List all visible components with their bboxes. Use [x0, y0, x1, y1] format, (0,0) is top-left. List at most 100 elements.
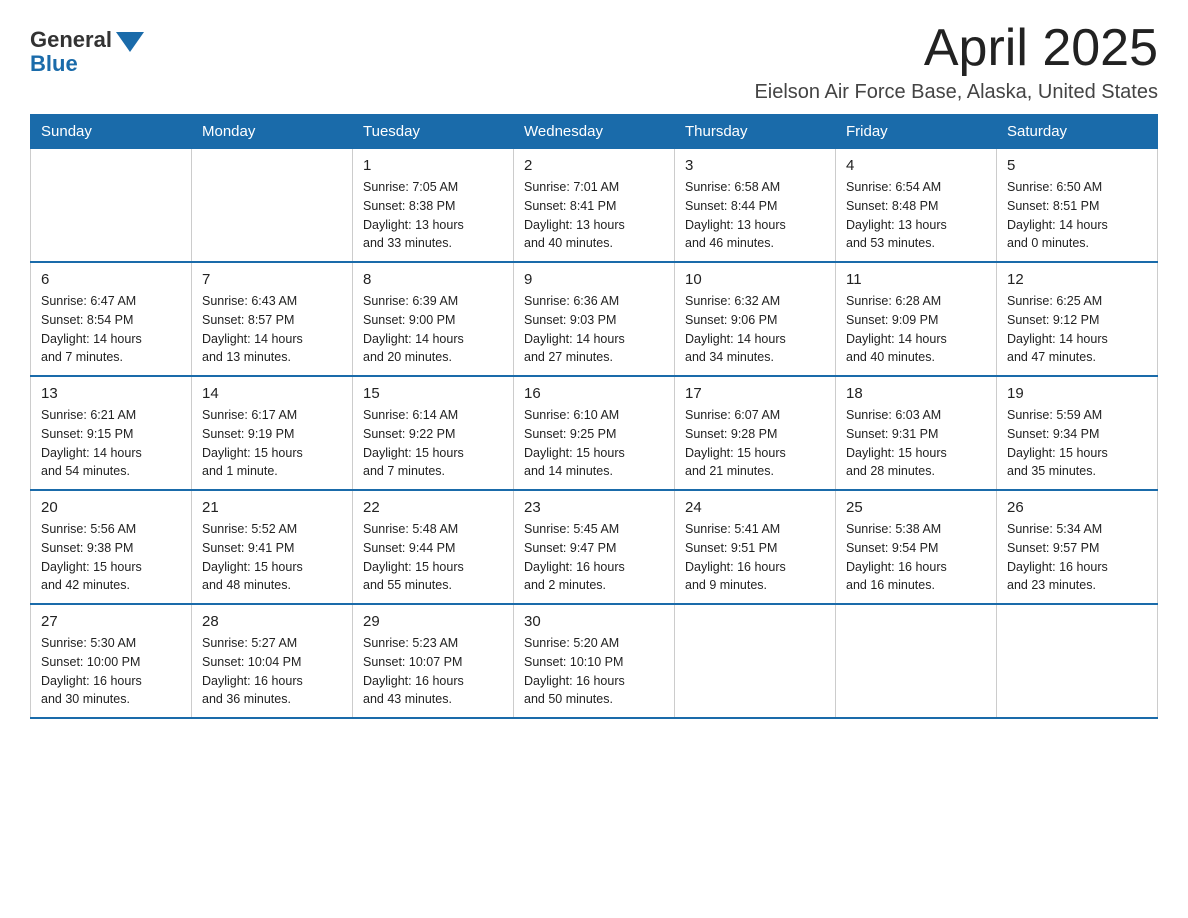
day-info: Sunrise: 7:05 AM Sunset: 8:38 PM Dayligh… — [363, 178, 503, 253]
weekday-header-row: SundayMondayTuesdayWednesdayThursdayFrid… — [31, 115, 1158, 149]
day-info: Sunrise: 5:23 AM Sunset: 10:07 PM Daylig… — [363, 634, 503, 709]
calendar-cell: 9 Sunrise: 6:36 AM Sunset: 9:03 PM Daylig… — [514, 262, 675, 376]
day-number: 25 — [846, 499, 986, 516]
calendar-cell — [31, 149, 192, 263]
day-number: 19 — [1007, 385, 1147, 402]
location-title: Eielson Air Force Base, Alaska, United S… — [754, 81, 1158, 104]
day-number: 16 — [524, 385, 664, 402]
day-number: 3 — [685, 157, 825, 174]
calendar-cell: 3Sunrise: 6:58 AM Sunset: 8:44 PM Daylig… — [675, 149, 836, 263]
day-info: Sunrise: 5:59 AM Sunset: 9:34 PM Dayligh… — [1007, 406, 1147, 481]
calendar-cell: 10Sunrise: 6:32 AM Sunset: 9:06 PM Dayli… — [675, 262, 836, 376]
calendar-week-row: 20Sunrise: 5:56 AM Sunset: 9:38 PM Dayli… — [31, 490, 1158, 604]
day-number: 21 — [202, 499, 342, 516]
day-number: 11 — [846, 271, 986, 288]
calendar-cell: 16Sunrise: 6:10 AM Sunset: 9:25 PM Dayli… — [514, 376, 675, 490]
logo-triangle-icon — [116, 32, 144, 52]
day-info: Sunrise: 6:54 AM Sunset: 8:48 PM Dayligh… — [846, 178, 986, 253]
calendar-cell: 8 Sunrise: 6:39 AM Sunset: 9:00 PM Daylig… — [353, 262, 514, 376]
calendar-cell: 5Sunrise: 6:50 AM Sunset: 8:51 PM Daylig… — [997, 149, 1158, 263]
day-info: Sunrise: 5:45 AM Sunset: 9:47 PM Dayligh… — [524, 520, 664, 595]
calendar-cell — [997, 604, 1158, 718]
calendar-cell: 11 Sunrise: 6:28 AM Sunset: 9:09 PM Dayli… — [836, 262, 997, 376]
day-info: Sunrise: 5:30 AM Sunset: 10:00 PM Daylig… — [41, 634, 181, 709]
calendar-cell — [836, 604, 997, 718]
day-number: 12 — [1007, 271, 1147, 288]
calendar-week-row: 27 Sunrise: 5:30 AM Sunset: 10:00 PM Dayl… — [31, 604, 1158, 718]
calendar-week-row: 1 Sunrise: 7:05 AM Sunset: 8:38 PM Daylig… — [31, 149, 1158, 263]
day-number: 13 — [41, 385, 181, 402]
day-info: Sunrise: 5:48 AM Sunset: 9:44 PM Dayligh… — [363, 520, 503, 595]
calendar-cell: 13 Sunrise: 6:21 AM Sunset: 9:15 PM Dayli… — [31, 376, 192, 490]
weekday-header-tuesday: Tuesday — [353, 115, 514, 149]
calendar-cell — [675, 604, 836, 718]
day-info: Sunrise: 7:01 AM Sunset: 8:41 PM Dayligh… — [524, 178, 664, 253]
day-info: Sunrise: 6:43 AM Sunset: 8:57 PM Dayligh… — [202, 292, 342, 367]
day-number: 2 — [524, 157, 664, 174]
day-number: 15 — [363, 385, 503, 402]
calendar-cell: 6Sunrise: 6:47 AM Sunset: 8:54 PM Daylig… — [31, 262, 192, 376]
weekday-header-sunday: Sunday — [31, 115, 192, 149]
day-number: 17 — [685, 385, 825, 402]
weekday-header-saturday: Saturday — [997, 115, 1158, 149]
calendar-cell: 4 Sunrise: 6:54 AM Sunset: 8:48 PM Daylig… — [836, 149, 997, 263]
month-title: April 2025 — [754, 20, 1158, 77]
weekday-header-wednesday: Wednesday — [514, 115, 675, 149]
day-info: Sunrise: 6:07 AM Sunset: 9:28 PM Dayligh… — [685, 406, 825, 481]
title-area: April 2025 Eielson Air Force Base, Alask… — [754, 20, 1158, 104]
calendar-cell: 2 Sunrise: 7:01 AM Sunset: 8:41 PM Daylig… — [514, 149, 675, 263]
page-header: General Blue April 2025 Eielson Air Forc… — [30, 20, 1158, 104]
calendar-cell: 1 Sunrise: 7:05 AM Sunset: 8:38 PM Daylig… — [353, 149, 514, 263]
calendar-cell: 18Sunrise: 6:03 AM Sunset: 9:31 PM Dayli… — [836, 376, 997, 490]
calendar-cell: 26 Sunrise: 5:34 AM Sunset: 9:57 PM Dayli… — [997, 490, 1158, 604]
day-number: 7 — [202, 271, 342, 288]
calendar-cell: 25Sunrise: 5:38 AM Sunset: 9:54 PM Dayli… — [836, 490, 997, 604]
day-info: Sunrise: 5:41 AM Sunset: 9:51 PM Dayligh… — [685, 520, 825, 595]
calendar-cell: 27 Sunrise: 5:30 AM Sunset: 10:00 PM Dayl… — [31, 604, 192, 718]
day-number: 27 — [41, 613, 181, 630]
calendar-cell: 7 Sunrise: 6:43 AM Sunset: 8:57 PM Daylig… — [192, 262, 353, 376]
calendar-cell — [192, 149, 353, 263]
calendar-cell: 28Sunrise: 5:27 AM Sunset: 10:04 PM Dayl… — [192, 604, 353, 718]
day-number: 30 — [524, 613, 664, 630]
calendar-cell: 23Sunrise: 5:45 AM Sunset: 9:47 PM Dayli… — [514, 490, 675, 604]
day-info: Sunrise: 5:52 AM Sunset: 9:41 PM Dayligh… — [202, 520, 342, 595]
calendar-cell: 20Sunrise: 5:56 AM Sunset: 9:38 PM Dayli… — [31, 490, 192, 604]
day-number: 14 — [202, 385, 342, 402]
day-number: 1 — [363, 157, 503, 174]
calendar-week-row: 6Sunrise: 6:47 AM Sunset: 8:54 PM Daylig… — [31, 262, 1158, 376]
day-info: Sunrise: 6:50 AM Sunset: 8:51 PM Dayligh… — [1007, 178, 1147, 253]
day-info: Sunrise: 5:20 AM Sunset: 10:10 PM Daylig… — [524, 634, 664, 709]
calendar-cell: 22 Sunrise: 5:48 AM Sunset: 9:44 PM Dayli… — [353, 490, 514, 604]
day-info: Sunrise: 6:21 AM Sunset: 9:15 PM Dayligh… — [41, 406, 181, 481]
calendar-table: SundayMondayTuesdayWednesdayThursdayFrid… — [30, 114, 1158, 719]
calendar-cell: 14 Sunrise: 6:17 AM Sunset: 9:19 PM Dayli… — [192, 376, 353, 490]
day-info: Sunrise: 6:14 AM Sunset: 9:22 PM Dayligh… — [363, 406, 503, 481]
day-number: 20 — [41, 499, 181, 516]
day-info: Sunrise: 6:25 AM Sunset: 9:12 PM Dayligh… — [1007, 292, 1147, 367]
day-info: Sunrise: 6:28 AM Sunset: 9:09 PM Dayligh… — [846, 292, 986, 367]
day-number: 4 — [846, 157, 986, 174]
day-info: Sunrise: 5:34 AM Sunset: 9:57 PM Dayligh… — [1007, 520, 1147, 595]
day-number: 28 — [202, 613, 342, 630]
logo-general: General — [30, 28, 112, 52]
day-number: 26 — [1007, 499, 1147, 516]
day-number: 29 — [363, 613, 503, 630]
day-number: 6 — [41, 271, 181, 288]
weekday-header-thursday: Thursday — [675, 115, 836, 149]
day-info: Sunrise: 6:17 AM Sunset: 9:19 PM Dayligh… — [202, 406, 342, 481]
weekday-header-monday: Monday — [192, 115, 353, 149]
day-number: 22 — [363, 499, 503, 516]
day-info: Sunrise: 6:03 AM Sunset: 9:31 PM Dayligh… — [846, 406, 986, 481]
day-number: 8 — [363, 271, 503, 288]
calendar-body: 1 Sunrise: 7:05 AM Sunset: 8:38 PM Daylig… — [31, 149, 1158, 719]
calendar-week-row: 13 Sunrise: 6:21 AM Sunset: 9:15 PM Dayli… — [31, 376, 1158, 490]
calendar-cell: 30 Sunrise: 5:20 AM Sunset: 10:10 PM Dayl… — [514, 604, 675, 718]
calendar-cell: 19 Sunrise: 5:59 AM Sunset: 9:34 PM Dayli… — [997, 376, 1158, 490]
calendar-header: SundayMondayTuesdayWednesdayThursdayFrid… — [31, 115, 1158, 149]
logo: General Blue — [30, 28, 144, 76]
day-number: 9 — [524, 271, 664, 288]
day-number: 10 — [685, 271, 825, 288]
day-info: Sunrise: 6:39 AM Sunset: 9:00 PM Dayligh… — [363, 292, 503, 367]
day-info: Sunrise: 6:36 AM Sunset: 9:03 PM Dayligh… — [524, 292, 664, 367]
